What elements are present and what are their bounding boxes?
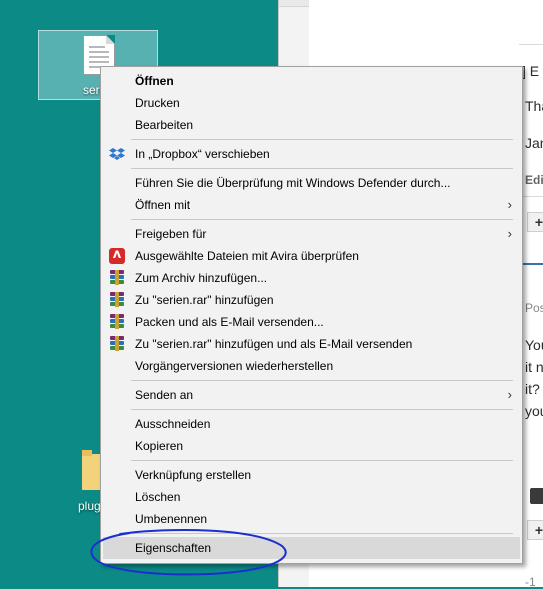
ink-annotation-ellipse xyxy=(90,528,287,576)
